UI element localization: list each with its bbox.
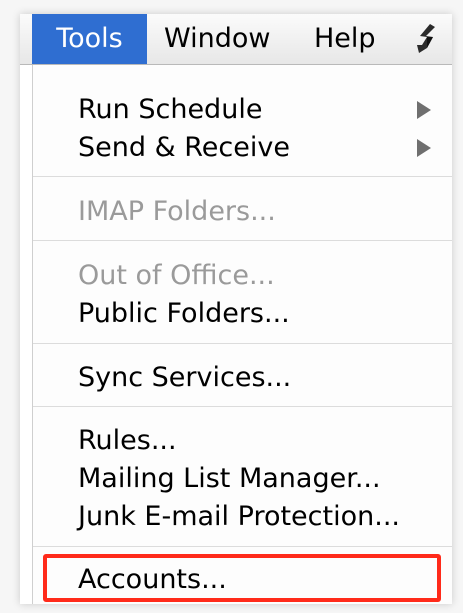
menu-item-sync-services[interactable]: Sync Services... <box>78 360 291 396</box>
menu-item-public-folders[interactable]: Public Folders... <box>78 296 290 332</box>
menu-tools[interactable]: Tools <box>32 14 147 64</box>
script-menu-icon[interactable] <box>413 23 443 55</box>
menu-separator <box>33 240 452 241</box>
menu-item-send-receive[interactable]: Send & Receive <box>78 130 290 166</box>
menu-item-rules[interactable]: Rules... <box>78 423 177 459</box>
menu-item-out-of-office: Out of Office... <box>78 260 275 291</box>
tools-dropdown-menu: Run Schedule Send & Receive IMAP Folders… <box>32 65 452 604</box>
menu-item-run-schedule[interactable]: Run Schedule <box>78 92 262 128</box>
submenu-arrow-icon <box>417 101 431 119</box>
menu-separator <box>33 406 452 407</box>
menu-separator <box>33 343 452 344</box>
submenu-arrow-icon <box>417 139 431 157</box>
screenshot-frame: Tools Window Help Run Schedule Send & Re… <box>20 14 452 604</box>
menu-item-mailing-list-manager[interactable]: Mailing List Manager... <box>78 461 381 497</box>
menu-item-imap-folders: IMAP Folders... <box>78 196 276 227</box>
menu-help[interactable]: Help <box>314 14 376 64</box>
menu-item-junk-email-protection[interactable]: Junk E-mail Protection... <box>78 499 400 535</box>
menu-separator <box>33 546 452 547</box>
menu-separator <box>33 176 452 177</box>
menu-bar: Tools Window Help <box>20 14 452 65</box>
menu-window[interactable]: Window <box>164 14 270 64</box>
accounts-highlight-box <box>43 554 441 602</box>
